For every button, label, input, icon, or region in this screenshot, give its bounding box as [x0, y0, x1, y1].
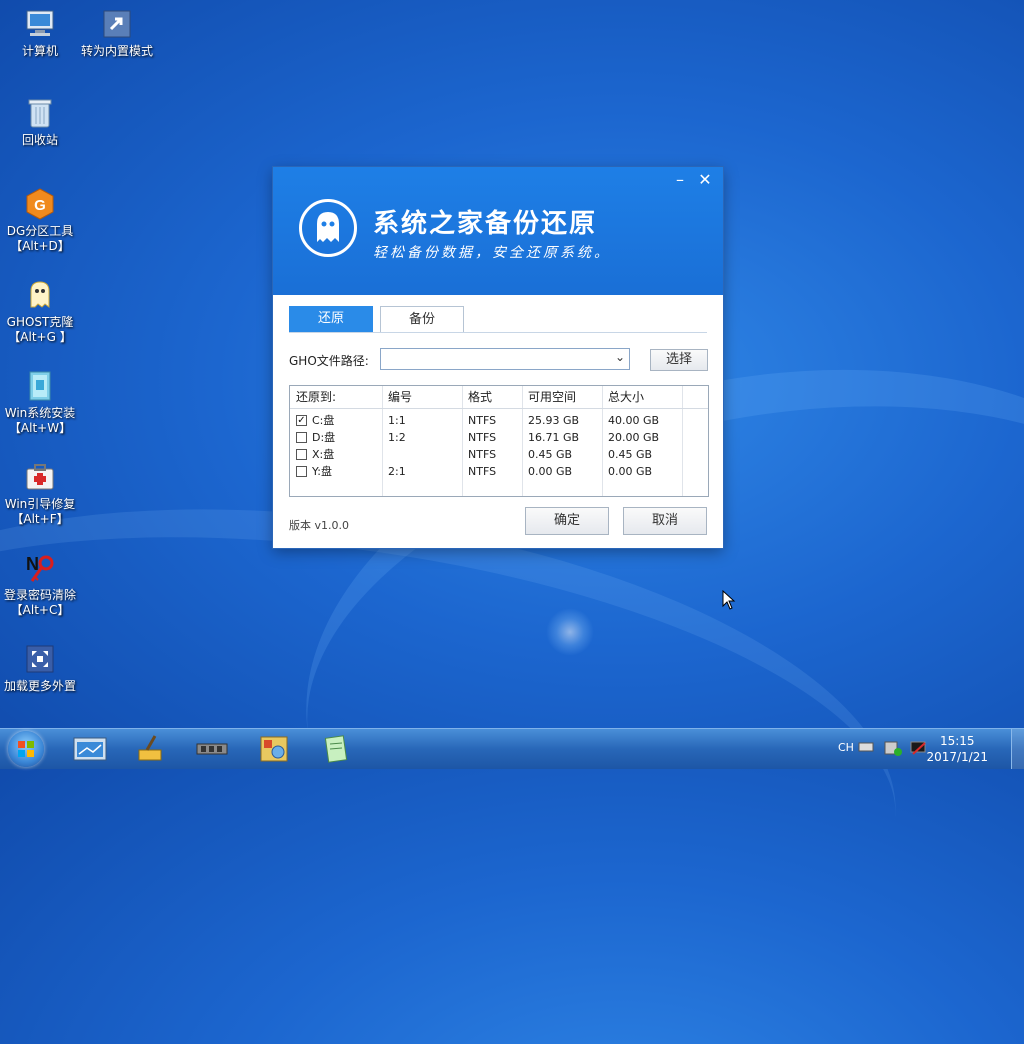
dialog-title: 系统之家备份还原 — [373, 209, 598, 239]
free-cell: 25.93 GB — [528, 414, 580, 427]
drive-cell: Y:盘 — [312, 465, 332, 478]
desktop-icon-recycle-bin[interactable]: 回收站 — [0, 97, 80, 148]
id-cell: 2:1 — [388, 465, 406, 478]
id-cell: 1:2 — [388, 431, 406, 444]
show-desktop-button[interactable] — [1011, 729, 1024, 769]
language-indicator[interactable]: CH — [838, 741, 854, 754]
desktop-icon-diskgenius[interactable]: G DG分区工具 【Alt+D】 — [0, 188, 80, 254]
windows-logo-icon — [18, 741, 34, 757]
security-shield-icon[interactable] — [884, 739, 904, 760]
desktop-icon-computer[interactable]: 计算机 — [0, 8, 80, 59]
tools-icon — [260, 736, 288, 762]
password-clear-icon: N — [24, 552, 56, 584]
select-file-button[interactable]: 选择 — [650, 349, 708, 371]
taskbar-app-cleaner[interactable] — [130, 733, 170, 765]
tab-backup[interactable]: 备份 — [380, 306, 464, 332]
taskbar: CH 15:15 2017/1/21 — [0, 728, 1024, 769]
taskbar-app-window[interactable] — [70, 733, 110, 765]
notepad-icon — [324, 735, 348, 763]
desktop-icon-win-install[interactable]: Win系统安装 【Alt+W】 — [0, 370, 80, 436]
header-free-space[interactable]: 可用空间 — [522, 386, 576, 408]
table-row[interactable]: ✓ C:盘 1:1 NTFS 25.93 GB 40.00 GB — [290, 412, 708, 429]
clock-time: 15:15 — [939, 734, 975, 748]
gho-path-label: GHO文件路径: — [289, 354, 369, 368]
backup-restore-dialog: – ✕ 系统之家备份还原 轻松备份数据，安全还原系统。 还原 备份 GHO文件路… — [273, 167, 723, 548]
format-cell: NTFS — [468, 414, 497, 427]
ghost-icon — [24, 279, 56, 311]
header-divider — [290, 408, 708, 409]
drive-cell: C:盘 — [312, 414, 335, 427]
total-cell: 0.45 GB — [608, 448, 653, 461]
cancel-button[interactable]: 取消 — [623, 507, 707, 535]
format-cell: NTFS — [468, 465, 497, 478]
computer-icon — [24, 8, 56, 40]
ok-button[interactable]: 确定 — [525, 507, 609, 535]
desktop-icon-builtin-mode[interactable]: 转为内置模式 — [77, 8, 157, 59]
start-button[interactable] — [8, 731, 44, 767]
header-total-size[interactable]: 总大小 — [602, 386, 644, 408]
dialog-subtitle: 轻松备份数据，安全还原系统。 — [373, 245, 611, 261]
win-install-icon — [24, 370, 56, 402]
taskbar-app-memory[interactable] — [192, 733, 232, 765]
free-cell: 0.00 GB — [528, 465, 573, 478]
minimize-button[interactable]: – — [669, 171, 691, 189]
free-cell: 16.71 GB — [528, 431, 580, 444]
total-cell: 0.00 GB — [608, 465, 653, 478]
wallpaper-orb — [546, 608, 594, 656]
ram-chip-icon — [196, 743, 228, 755]
id-cell: 1:1 — [388, 414, 406, 427]
total-cell: 40.00 GB — [608, 414, 660, 427]
table-row[interactable]: D:盘 1:2 NTFS 16.71 GB 20.00 GB — [290, 429, 708, 446]
desktop-icon-boot-repair[interactable]: Win引导修复 【Alt+F】 — [0, 461, 80, 527]
broom-icon — [138, 735, 162, 761]
gho-path-dropdown[interactable]: ⌄ — [380, 348, 630, 370]
close-button[interactable]: ✕ — [694, 171, 716, 189]
network-icon[interactable] — [910, 740, 928, 759]
header-id[interactable]: 编号 — [382, 386, 412, 408]
dialog-header: – ✕ 系统之家备份还原 轻松备份数据，安全还原系统。 — [273, 167, 723, 295]
tab-divider — [289, 332, 707, 333]
format-cell: NTFS — [468, 431, 497, 444]
drive-cell: D:盘 — [312, 431, 336, 444]
version-label: 版本 v1.0.0 — [289, 519, 349, 532]
desktop-icon-password-clear[interactable]: N 登录密码清除 【Alt+C】 — [0, 552, 80, 618]
desktop-icon-load-more[interactable]: 加载更多外置 — [0, 643, 80, 694]
chevron-down-icon: ⌄ — [614, 350, 625, 364]
mouse-cursor-icon — [722, 589, 736, 613]
id-cell — [382, 446, 388, 463]
svg-text:G: G — [34, 197, 46, 214]
table-row[interactable]: X:盘 NTFS 0.45 GB 0.45 GB — [290, 446, 708, 463]
header-restore-to[interactable]: 还原到: — [290, 386, 336, 408]
svg-text:N: N — [26, 554, 39, 574]
drive-cell: X:盘 — [312, 448, 335, 461]
free-cell: 0.45 GB — [528, 448, 573, 461]
boot-repair-icon — [24, 461, 56, 493]
taskbar-app-tools[interactable] — [254, 733, 294, 765]
recycle-bin-icon — [24, 97, 56, 129]
partition-table: 还原到: 编号 格式 可用空间 总大小 ✓ C:盘 1:1 NTFS 25.93… — [289, 385, 709, 497]
table-row[interactable]: Y:盘 2:1 NTFS 0.00 GB 0.00 GB — [290, 463, 708, 480]
format-cell: NTFS — [468, 448, 497, 461]
diskgenius-icon: G — [24, 188, 56, 220]
tab-restore[interactable]: 还原 — [289, 306, 373, 332]
ghost-logo-icon — [299, 199, 357, 257]
total-cell: 20.00 GB — [608, 431, 660, 444]
window-app-icon — [73, 737, 107, 761]
system-clock[interactable]: 15:15 2017/1/21 — [926, 733, 988, 765]
taskbar-app-notepad[interactable] — [316, 733, 356, 765]
shortcut-icon — [101, 8, 133, 40]
desktop-icon-ghost[interactable]: GHOST克隆 【Alt+G 】 — [0, 279, 80, 345]
clock-date: 2017/1/21 — [926, 750, 988, 764]
keyboard-icon[interactable] — [858, 741, 874, 756]
load-more-icon — [24, 643, 56, 675]
header-format[interactable]: 格式 — [462, 386, 492, 408]
